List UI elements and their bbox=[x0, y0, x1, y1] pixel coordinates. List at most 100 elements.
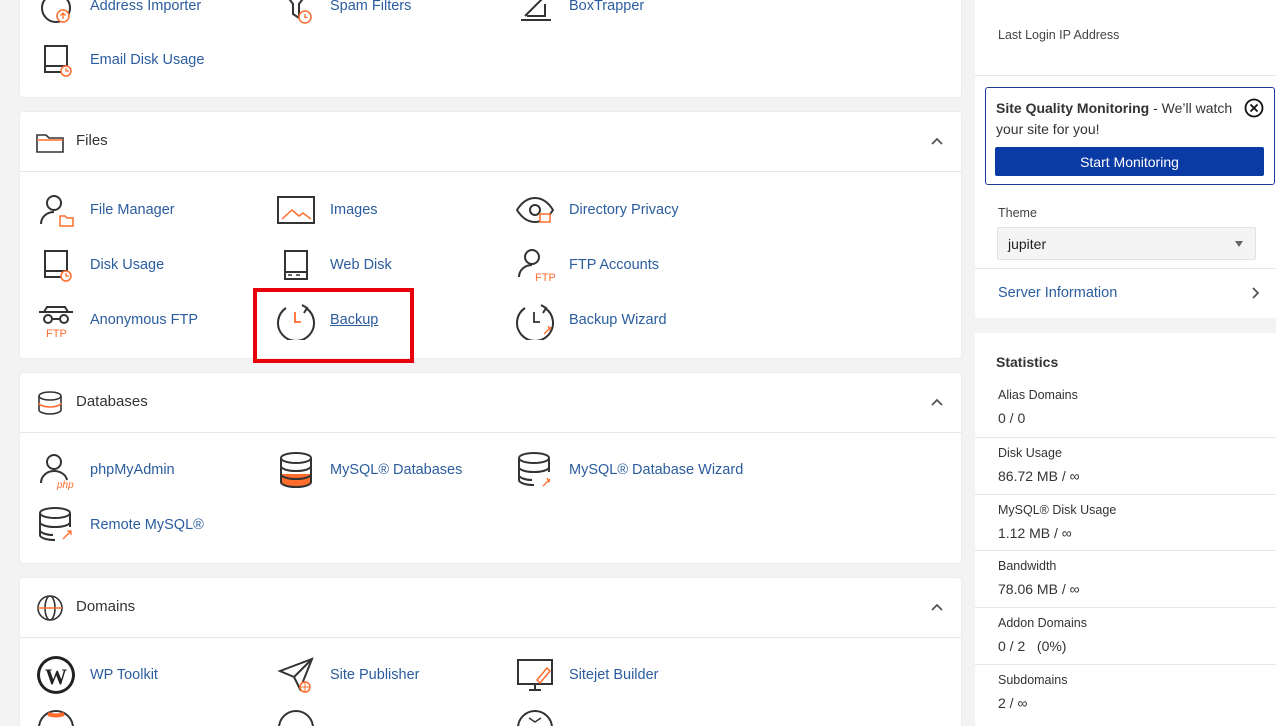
spam-filters-label: Spam Filters bbox=[330, 0, 412, 14]
chevron-up-icon[interactable] bbox=[929, 134, 945, 150]
last-login-label: Last Login IP Address bbox=[998, 28, 1120, 42]
disk-usage-icon bbox=[44, 45, 72, 77]
account-info-card: Last Login IP Address Site Quality Monit… bbox=[975, 0, 1276, 318]
anonymous-ftp-item[interactable]: FTP Anonymous FTP bbox=[20, 298, 198, 342]
email-section: Address Importer Spam Filters BoxTrapper… bbox=[20, 0, 961, 97]
stat-value: 0 / 2 (0%) bbox=[998, 638, 1067, 654]
email-disk-usage-label: Email Disk Usage bbox=[90, 52, 205, 68]
statistics-panel: Statistics Alias Domains 0 / 0 Disk Usag… bbox=[975, 333, 1276, 726]
statistics-title: Statistics bbox=[996, 354, 1059, 370]
file-manager-label: File Manager bbox=[90, 202, 175, 218]
disk-usage-icon bbox=[44, 250, 72, 282]
divider bbox=[975, 75, 1276, 76]
phpmyadmin-icon: php bbox=[40, 454, 74, 490]
stat-label: Bandwidth bbox=[998, 559, 1057, 573]
ftp-accounts-label: FTP Accounts bbox=[569, 257, 659, 273]
stat-label: Subdomains bbox=[998, 673, 1068, 687]
stat-label: Disk Usage bbox=[998, 446, 1062, 460]
files-section-title: Files bbox=[76, 132, 108, 149]
paper-plane-icon bbox=[277, 657, 314, 693]
database-icon bbox=[38, 391, 62, 415]
sqm-title: Site Quality Monitoring bbox=[996, 100, 1150, 116]
mysql-databases-item[interactable]: MySQL® Databases bbox=[260, 448, 462, 492]
spam-filters-item[interactable]: Spam Filters bbox=[260, 0, 411, 28]
sitejet-builder-item[interactable]: Sitejet Builder bbox=[499, 653, 658, 697]
main-content: Address Importer Spam Filters BoxTrapper… bbox=[0, 0, 975, 726]
web-disk-label: Web Disk bbox=[330, 257, 392, 273]
stat-row: Addon Domains 0 / 2 (0%) bbox=[975, 607, 1276, 664]
image-icon bbox=[277, 196, 315, 224]
stat-label: Alias Domains bbox=[998, 388, 1078, 402]
mysql-database-wizard-item[interactable]: MySQL® Database Wizard bbox=[499, 448, 743, 492]
mysql-wizard-icon bbox=[518, 452, 551, 487]
anonymous-ftp-label: Anonymous FTP bbox=[90, 312, 198, 328]
theme-select[interactable]: jupiter bbox=[997, 227, 1256, 260]
boxtrapper-icon bbox=[521, 0, 551, 21]
ftp-accounts-item[interactable]: FTP FTP Accounts bbox=[499, 243, 659, 287]
files-section-header[interactable]: Files bbox=[20, 112, 961, 172]
databases-section-title: Databases bbox=[76, 393, 148, 410]
stat-value: 78.06 MB / ∞ bbox=[998, 581, 1080, 597]
email-disk-usage-item[interactable]: Email Disk Usage bbox=[20, 38, 204, 82]
address-importer-item[interactable]: Address Importer bbox=[20, 0, 201, 28]
remote-mysql-item[interactable]: Remote MySQL® bbox=[20, 503, 204, 547]
file-manager-item[interactable]: File Manager bbox=[20, 188, 175, 232]
svg-text:W: W bbox=[45, 664, 67, 689]
circle-icon bbox=[278, 710, 314, 726]
chevron-up-icon[interactable] bbox=[929, 600, 945, 616]
directory-privacy-item[interactable]: Directory Privacy bbox=[499, 188, 679, 232]
address-importer-icon bbox=[41, 0, 71, 23]
web-disk-icon bbox=[284, 250, 308, 280]
eye-icon bbox=[515, 196, 555, 224]
anonymous-ftp-icon: FTP bbox=[39, 306, 73, 340]
site-publisher-item[interactable]: Site Publisher bbox=[260, 653, 419, 697]
sitejet-builder-icon bbox=[517, 659, 553, 691]
stat-label: Addon Domains bbox=[998, 616, 1087, 630]
wp-toolkit-item[interactable]: W WP Toolkit bbox=[20, 653, 158, 697]
filter-icon bbox=[288, 0, 312, 24]
server-information-label: Server Information bbox=[998, 285, 1118, 301]
svg-text:FTP: FTP bbox=[46, 328, 67, 340]
stat-row: Alias Domains 0 / 0 bbox=[975, 380, 1276, 437]
mysql-databases-label: MySQL® Databases bbox=[330, 462, 463, 478]
chevron-right-icon bbox=[1252, 287, 1260, 299]
mysql-database-wizard-label: MySQL® Database Wizard bbox=[569, 462, 744, 478]
stat-row: Disk Usage 86.72 MB / ∞ bbox=[975, 437, 1276, 494]
web-disk-item[interactable]: Web Disk bbox=[260, 243, 392, 287]
backup-highlight-box bbox=[253, 288, 414, 363]
globe-icon bbox=[38, 710, 74, 726]
folder-icon bbox=[36, 134, 64, 153]
close-icon[interactable] bbox=[1244, 98, 1264, 118]
images-item[interactable]: Images bbox=[260, 188, 378, 232]
stat-row: Subdomains 2 / ∞ bbox=[975, 664, 1276, 721]
right-sidebar: Last Login IP Address Site Quality Monit… bbox=[975, 0, 1276, 726]
chevron-up-icon[interactable] bbox=[929, 395, 945, 411]
start-monitoring-button[interactable]: Start Monitoring bbox=[995, 147, 1264, 176]
backup-wizard-item[interactable]: Backup Wizard bbox=[499, 298, 667, 342]
domains-section-header[interactable]: Domains bbox=[20, 578, 961, 638]
phpmyadmin-label: phpMyAdmin bbox=[90, 462, 175, 478]
databases-section: Databases php phpMyAdmin MySQL® Database… bbox=[20, 373, 961, 563]
caret-down-icon bbox=[1235, 241, 1243, 247]
phpmyadmin-item[interactable]: php phpMyAdmin bbox=[20, 448, 175, 492]
svg-text:php: php bbox=[56, 480, 74, 490]
theme-label: Theme bbox=[998, 206, 1037, 220]
server-information-link[interactable]: Server Information bbox=[975, 268, 1276, 318]
stat-label: MySQL® Disk Usage bbox=[998, 503, 1117, 517]
svg-text:FTP: FTP bbox=[535, 272, 555, 284]
file-manager-icon bbox=[40, 195, 74, 227]
sqm-text: Site Quality Monitoring - We’ll watch yo… bbox=[996, 98, 1236, 140]
stat-value: 1.12 MB / ∞ bbox=[998, 525, 1072, 541]
domains-section: Domains W WP Toolkit Site Publisher Site… bbox=[20, 578, 961, 726]
boxtrapper-item[interactable]: BoxTrapper bbox=[499, 0, 644, 28]
wordpress-icon: W bbox=[37, 656, 75, 694]
wp-toolkit-label: WP Toolkit bbox=[90, 667, 158, 683]
sitejet-builder-label: Sitejet Builder bbox=[569, 667, 659, 683]
stat-value: 2 / ∞ bbox=[998, 695, 1028, 711]
domains-section-title: Domains bbox=[76, 598, 136, 615]
databases-section-header[interactable]: Databases bbox=[20, 373, 961, 433]
stat-row: Bandwidth 78.06 MB / ∞ bbox=[975, 550, 1276, 607]
remote-mysql-label: Remote MySQL® bbox=[90, 517, 204, 533]
stat-row: MySQL® Disk Usage 1.12 MB / ∞ bbox=[975, 494, 1276, 551]
disk-usage-item[interactable]: Disk Usage bbox=[20, 243, 164, 287]
